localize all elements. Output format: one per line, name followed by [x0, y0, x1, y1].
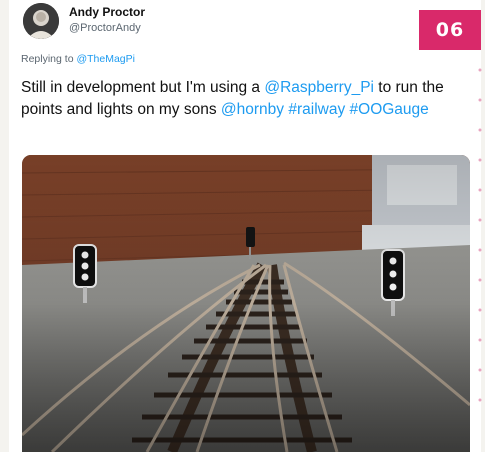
author-name[interactable]: Andy Proctor — [69, 5, 145, 19]
reply-context: Replying to @TheMagPi — [21, 53, 135, 65]
avatar[interactable] — [23, 3, 59, 39]
hashtag-oogauge[interactable]: #OOGauge — [350, 101, 429, 118]
author-handle[interactable]: @ProctorAndy — [69, 22, 141, 34]
reply-prefix: Replying to — [21, 53, 77, 65]
page-number-badge: 06 — [419, 10, 481, 50]
mention-raspberry-pi[interactable]: @Raspberry_Pi — [264, 79, 374, 96]
reply-mention-link[interactable]: @TheMagPi — [76, 53, 135, 65]
tweet-card: Andy Proctor @ProctorAndy 06 Replying to… — [9, 0, 481, 452]
tweet-text: Still in development but I'm using a @Ra… — [21, 77, 471, 121]
mention-hornby[interactable]: @hornby — [221, 101, 284, 118]
tweet-text-part: Still in development but I'm using a — [21, 79, 265, 96]
model-railway-photo — [22, 155, 470, 452]
hashtag-railway[interactable]: #railway — [288, 101, 345, 118]
decorative-dots — [478, 68, 482, 402]
tweet-photo[interactable] — [22, 155, 470, 452]
